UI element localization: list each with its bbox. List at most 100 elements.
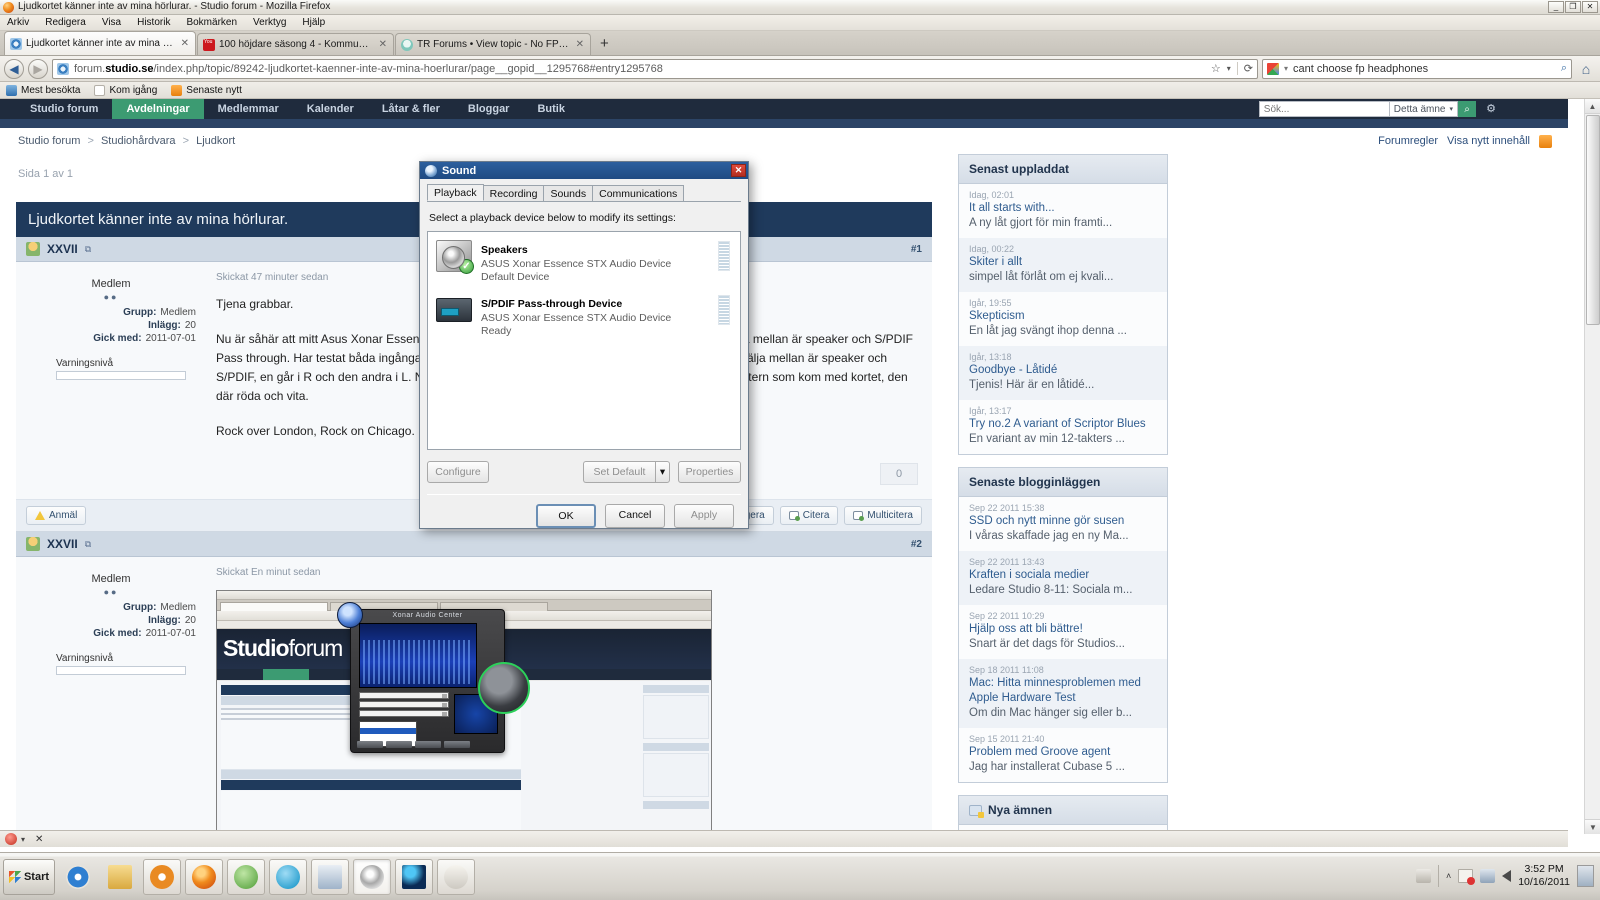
apply-button[interactable]: Apply (674, 504, 734, 528)
ok-button[interactable]: OK (536, 504, 596, 528)
breadcrumb-item-2[interactable]: Ljudkort (196, 135, 235, 147)
taskbar-firefox[interactable] (185, 858, 223, 895)
bookmark-kom-igang[interactable]: Kom igång (94, 84, 157, 96)
action-center-icon[interactable] (1458, 869, 1476, 885)
external-link-icon[interactable]: ⧉ (85, 244, 91, 255)
report-button[interactable]: Anmäl (26, 506, 87, 525)
menu-verktyg[interactable]: Verktyg (250, 16, 289, 30)
quote-button[interactable]: Citera (779, 506, 839, 525)
playback-device-list[interactable]: ✓ Speakers ASUS Xonar Essence STX Audio … (427, 231, 741, 450)
breadcrumb-item-1[interactable]: Studiohårdvara (101, 135, 176, 147)
tab-playback[interactable]: Playback (427, 184, 484, 201)
list-item[interactable]: Sep 22 2011 15:38 SSD och nytt minne gör… (959, 497, 1167, 551)
browser-tab-3[interactable]: TR Forums • View topic - No FP Headpho..… (395, 33, 591, 55)
list-item[interactable]: Igår, 13:18 Goodbye - Låtidé Tjenis! Här… (959, 346, 1167, 400)
bookmark-star-icon[interactable]: ☆ (1211, 62, 1221, 75)
properties-button[interactable]: Properties (678, 461, 741, 483)
cancel-button[interactable]: Cancel (605, 504, 665, 528)
network-icon[interactable] (1480, 869, 1496, 883)
menu-redigera[interactable]: Redigera (42, 16, 89, 30)
bookmark-mest-besokta[interactable]: Mest besökta (6, 84, 80, 96)
start-button[interactable]: Start (3, 858, 55, 895)
browser-tab-2[interactable]: 100 höjdare säsong 4 - Kommunmannen ... … (197, 33, 394, 55)
forum-nav-kalender[interactable]: Kalender (293, 99, 368, 119)
forum-nav-avdelningar[interactable]: Avdelningar (112, 99, 204, 119)
list-item[interactable]: Idag, 00:22 Skiter i allt simpel låt för… (959, 238, 1167, 292)
reload-button[interactable]: ⟳ (1236, 62, 1253, 75)
forum-nav-butik[interactable]: Butik (523, 99, 579, 119)
forward-button[interactable]: ▶ (28, 58, 48, 79)
close-icon[interactable]: ✕ (35, 834, 43, 845)
scroll-up-arrow-icon[interactable]: ▲ (1585, 99, 1600, 114)
taskbar-paint[interactable] (437, 858, 475, 895)
taskbar-skype[interactable] (269, 858, 307, 895)
tab-recording[interactable]: Recording (482, 185, 545, 201)
taskbar-internet-explorer[interactable] (59, 859, 97, 895)
new-tab-button[interactable]: + (592, 35, 617, 55)
post-author[interactable]: XXVII (47, 537, 78, 551)
multiquote-button[interactable]: Multicitera (844, 506, 922, 525)
taskbar-control-panel[interactable] (311, 858, 349, 895)
list-item[interactable]: Idag, 02:01 It all starts with... A ny l… (959, 184, 1167, 238)
taskbar-windows-explorer[interactable] (101, 859, 139, 895)
chevron-down-icon[interactable]: ▾ (1227, 64, 1231, 73)
tab-close-icon[interactable]: ✕ (181, 38, 189, 49)
list-item[interactable]: Sep 22 2011 10:29 Hjälp oss att bli bätt… (959, 605, 1167, 659)
tab-communications[interactable]: Communications (592, 185, 685, 201)
bookmark-senaste-nytt[interactable]: Senaste nytt (171, 84, 242, 96)
home-button[interactable]: ⌂ (1576, 60, 1596, 78)
menu-historik[interactable]: Historik (134, 16, 173, 30)
printer-icon[interactable] (1415, 869, 1431, 883)
forum-search-input[interactable] (1258, 101, 1389, 117)
scrollbar-thumb[interactable] (1586, 115, 1600, 325)
search-input-value[interactable]: cant choose fp headphones (1293, 63, 1428, 75)
forum-search-scope[interactable]: Detta ämne ▾ (1388, 101, 1458, 117)
forum-search-button[interactable]: ⌕ (1458, 101, 1476, 117)
menu-visa[interactable]: Visa (99, 16, 124, 30)
taskbar-windows-media-player[interactable] (143, 858, 181, 895)
post-number[interactable]: #2 (911, 539, 922, 550)
tab-close-icon[interactable]: ✕ (576, 39, 584, 50)
forum-nav-medlemmar[interactable]: Medlemmar (204, 99, 293, 119)
expand-tray-icon[interactable]: ˄ (1446, 871, 1451, 881)
list-item[interactable]: Igår, 13:17 Try no.2 A variant of Script… (959, 400, 1167, 454)
device-row-speakers[interactable]: ✓ Speakers ASUS Xonar Essence STX Audio … (432, 236, 736, 290)
chevron-down-icon[interactable]: ▾ (21, 835, 25, 844)
clock[interactable]: 3:52 PM 10/16/2011 (1518, 863, 1570, 889)
post-author[interactable]: XXVII (47, 242, 78, 256)
chevron-down-icon[interactable]: ▾ (1284, 64, 1288, 73)
gear-icon[interactable]: ⚙ (1486, 102, 1496, 115)
back-button[interactable]: ◀ (4, 58, 24, 79)
forum-nav-bloggar[interactable]: Bloggar (454, 99, 524, 119)
device-row-spdif[interactable]: S/PDIF Pass-through Device ASUS Xonar Es… (432, 290, 736, 344)
tab-sounds[interactable]: Sounds (543, 185, 594, 201)
taskbar-sound-dialog[interactable] (353, 858, 391, 895)
list-item[interactable]: Igår, 19:55 Skepticism En låt jag svängt… (959, 292, 1167, 346)
show-desktop-button[interactable] (1577, 865, 1594, 887)
forum-nav-studio-forum[interactable]: Studio forum (16, 99, 112, 119)
set-default-dropdown-icon[interactable]: ▾ (655, 461, 670, 483)
configure-button[interactable]: Configure (427, 461, 489, 483)
forum-nav-latar[interactable]: Låtar & fler (368, 99, 454, 119)
close-button[interactable]: ✕ (1582, 1, 1598, 13)
download-icon[interactable] (5, 833, 17, 845)
menu-hjalp[interactable]: Hjälp (299, 16, 328, 30)
search-bar[interactable]: ▾ cant choose fp headphones ⌕ (1262, 58, 1572, 79)
minimize-button[interactable]: _ (1548, 1, 1564, 13)
set-default-button[interactable]: Set Default (583, 461, 655, 483)
link-visa-nytt-innehall[interactable]: Visa nytt innehåll (1447, 135, 1530, 147)
browser-tab-1[interactable]: Ljudkortet känner inte av mina hörlurar.… (4, 31, 196, 55)
menu-arkiv[interactable]: Arkiv (4, 16, 32, 30)
scroll-down-arrow-icon[interactable]: ▼ (1585, 819, 1600, 834)
page-scrollbar[interactable]: ▲ ▼ (1584, 99, 1600, 834)
volume-icon[interactable] (1502, 870, 1512, 882)
list-item[interactable]: Sep 18 2011 11:08 Mac: Hitta minnesprobl… (959, 659, 1167, 728)
breadcrumb-item-0[interactable]: Studio forum (18, 135, 80, 147)
taskbar-xonar-audio-center[interactable] (395, 858, 433, 895)
external-link-icon[interactable]: ⧉ (85, 539, 91, 550)
close-icon[interactable]: ✕ (731, 164, 746, 177)
maximize-button[interactable]: ❐ (1565, 1, 1581, 13)
sound-dialog-titlebar[interactable]: Sound ✕ (420, 162, 748, 179)
menu-bokmarken[interactable]: Bokmärken (183, 16, 240, 30)
tab-close-icon[interactable]: ✕ (379, 39, 387, 50)
